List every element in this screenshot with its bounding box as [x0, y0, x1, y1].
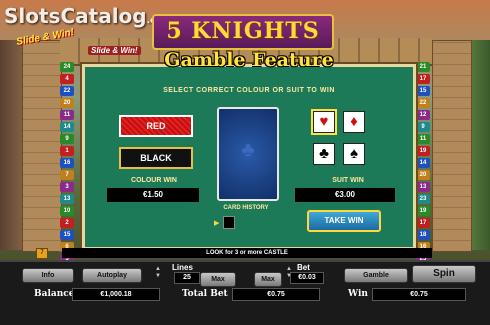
left-castle-tower: [22, 40, 62, 252]
payline-marker: 20: [416, 170, 430, 180]
card-history-label: CARD HISTORY: [223, 205, 269, 211]
payline-marker: 11: [416, 134, 430, 144]
hearts-button[interactable]: ♥: [313, 111, 335, 133]
gamble-instruction: SELECT CORRECT COLOUR OR SUIT TO WIN: [163, 87, 335, 94]
game-logo: 5 KNIGHTS: [152, 14, 334, 50]
clubs-button[interactable]: ♣: [313, 143, 335, 165]
payline-marker: 4: [60, 74, 74, 84]
info-button[interactable]: Info: [22, 268, 74, 283]
payline-marker: 17: [416, 218, 430, 228]
play-arrow-icon: ▶: [214, 219, 220, 227]
payline-marker: 9: [416, 122, 430, 132]
take-win-button[interactable]: TAKE WIN: [307, 210, 381, 232]
payline-marker: 18: [416, 230, 430, 240]
bet-label: Bet: [297, 263, 310, 272]
payline-marker: 23: [416, 194, 430, 204]
payline-marker: 10: [60, 206, 74, 216]
colour-win-value: €1.50: [107, 188, 199, 202]
red-button[interactable]: RED: [119, 115, 193, 137]
watermark-logo: SlotsCatalog.com: [4, 4, 171, 28]
right-payline-markers: 21 17 15 22 12 9 11 19 14 20 13 23 19 17 18 16 25: [416, 62, 430, 264]
suit-grid: ♥ ♦ ♣ ♠: [313, 111, 365, 165]
payline-marker: 14: [60, 122, 74, 132]
payline-marker: 15: [60, 230, 74, 240]
balance-value: €1,000.18: [72, 288, 160, 301]
spades-button[interactable]: ♠: [343, 143, 365, 165]
payline-marker: 19: [416, 206, 430, 216]
payline-marker: 12: [416, 110, 430, 120]
bet-value: €0.03: [290, 272, 324, 284]
lines-value: 25: [174, 272, 200, 284]
paytable-icon[interactable]: 7: [36, 248, 48, 259]
payline-marker: 22: [416, 98, 430, 108]
chevron-up-icon[interactable]: ▲: [154, 266, 162, 273]
card-history: ▶: [214, 216, 236, 229]
gamble-title: Gamble Feature: [164, 49, 334, 71]
diamonds-button[interactable]: ♦: [343, 111, 365, 133]
lines-label: Lines: [172, 263, 193, 272]
payline-marker: 22: [60, 86, 74, 96]
payline-marker: 20: [60, 98, 74, 108]
balance-label: Balance: [34, 289, 75, 299]
autoplay-button[interactable]: Autoplay: [82, 268, 142, 283]
max-bet-button[interactable]: Max: [254, 272, 282, 287]
suit-win-value: €3.00: [295, 188, 395, 202]
info-ticker: LOOK for 3 or more CASTLE: [62, 248, 432, 258]
payline-marker: 3: [60, 182, 74, 192]
payline-marker: 2: [60, 218, 74, 228]
total-bet-label: Total Bet: [182, 289, 228, 299]
payline-marker: 7: [60, 170, 74, 180]
history-slot: [223, 216, 236, 229]
win-value: €0.75: [372, 288, 466, 301]
payline-marker: 13: [416, 182, 430, 192]
payline-marker: 13: [60, 194, 74, 204]
payline-marker: 17: [416, 74, 430, 84]
gamble-panel: Gamble Feature SELECT CORRECT COLOUR OR …: [82, 49, 416, 250]
suit-win-label: SUIT WIN: [332, 177, 364, 184]
right-castle-tower: [432, 40, 472, 252]
payline-marker: 21: [416, 62, 430, 72]
max-lines-button[interactable]: Max: [200, 272, 236, 287]
spin-button[interactable]: Spin: [412, 265, 476, 283]
gamble-button[interactable]: Gamble: [344, 268, 408, 283]
black-button[interactable]: BLACK: [119, 147, 193, 169]
payline-marker: 19: [416, 146, 430, 156]
win-label: Win: [348, 289, 368, 299]
chevron-down-icon[interactable]: ▼: [154, 273, 162, 280]
payline-marker: 15: [416, 86, 430, 96]
payline-marker: 1: [60, 146, 74, 156]
payline-marker: 16: [60, 158, 74, 168]
total-bet-value: €0.75: [232, 288, 320, 301]
left-payline-markers: 24 4 22 20 11 14 9 1 16 7 3 13 10 2 15 6 5: [60, 62, 74, 264]
face-down-card: [217, 107, 279, 201]
colour-win-label: COLOUR WIN: [131, 177, 177, 184]
payline-marker: 9: [60, 134, 74, 144]
payline-marker: 14: [416, 158, 430, 168]
lines-stepper[interactable]: ▲ ▼: [154, 266, 162, 280]
watermark-brand: SlotsCatalog: [4, 4, 147, 28]
payline-marker: 24: [60, 62, 74, 72]
payline-marker: 11: [60, 110, 74, 120]
